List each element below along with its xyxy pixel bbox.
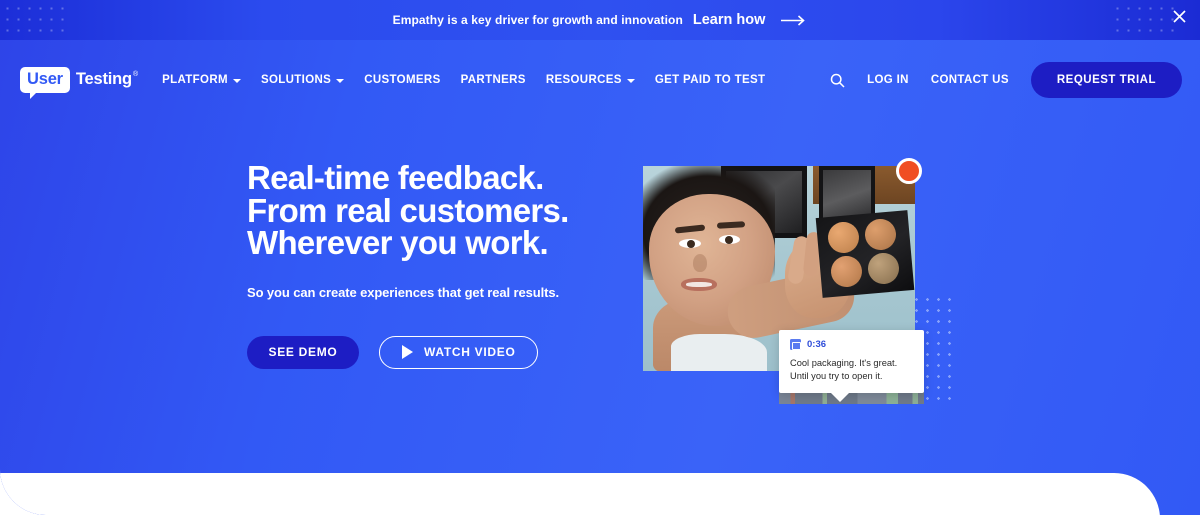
arrow-right-icon[interactable] [781,14,807,26]
close-icon[interactable] [1170,7,1188,25]
recording-dot-icon [896,158,922,184]
nav-item-label: GET PAID TO TEST [654,74,766,86]
hero-headline-line-1: Real-time feedback. [247,159,544,196]
nav-item-partners[interactable]: PARTNERS [461,74,526,86]
nav-actions: LOG IN CONTACT US REQUEST TRIAL [830,62,1182,98]
makeup-palette [815,210,915,298]
participant-eye-right [719,235,740,244]
announcement-learn-how-link[interactable]: Learn how [693,12,766,28]
comment-timestamp-row: 0:36 [790,339,913,350]
hero-headline-line-3: Wherever you work. [247,224,549,261]
participant-eye-left [679,239,701,248]
comment-text-line-1: Cool packaging. It's great. [790,358,898,368]
see-demo-button[interactable]: SEE DEMO [247,335,359,369]
main-navigation: User Testing ® PLATFORM SOLUTIONS CUSTOM… [0,40,1200,120]
video-comment-card: 0:36 Cool packaging. It's great. Until y… [779,330,924,402]
participant-nose [693,254,707,272]
nav-item-customers[interactable]: CUSTOMERS [364,74,440,86]
participant-mouth [681,278,717,291]
watch-video-button[interactable]: WATCH VIDEO [379,335,539,369]
usertesting-logo[interactable]: User Testing ® [20,67,139,99]
hero-cta-row: SEE DEMO WATCH VIDEO [247,335,647,369]
comment-text-line-2: Until you try to open it. [790,371,883,381]
contact-us-link[interactable]: CONTACT US [931,74,1009,86]
nav-item-resources[interactable]: RESOURCES [546,74,635,86]
announcement-text: Empathy is a key driver for growth and i… [392,13,683,27]
logo-word-text: Testing [75,70,132,88]
participant-clothing [671,334,767,371]
search-icon[interactable] [830,73,845,88]
video-frame-icon [790,339,801,350]
logo-bubble-text: User [20,67,70,99]
nav-item-label: CUSTOMERS [364,74,441,86]
nav-links: PLATFORM SOLUTIONS CUSTOMERS PARTNERS RE… [162,74,765,86]
comment-timestamp: 0:36 [807,339,827,350]
nav-item-get-paid-to-test[interactable]: GET PAID TO TEST [655,74,766,86]
nav-item-label: SOLUTIONS [260,74,332,86]
play-icon [402,345,413,359]
request-trial-button[interactable]: REQUEST TRIAL [1030,62,1182,98]
nav-item-label: PLATFORM [162,74,228,86]
nav-item-platform[interactable]: PLATFORM [162,74,241,86]
chevron-down-icon [232,79,241,83]
hero-headline-line-2: From real customers. [247,191,569,229]
logo-trademark: ® [132,71,139,78]
watch-video-label: WATCH VIDEO [424,345,516,359]
hero-content: Real-time feedback. From real customers.… [247,159,647,369]
page-root: Empathy is a key driver for growth and i… [0,0,1200,515]
announcement-bar: Empathy is a key driver for growth and i… [0,0,1200,40]
login-link[interactable]: LOG IN [867,74,909,86]
hero-subheadline: So you can create experiences that get r… [247,284,559,300]
chevron-down-icon [336,79,345,83]
nav-item-label: RESOURCES [545,74,622,86]
nav-item-label: PARTNERS [460,74,526,86]
nav-item-solutions[interactable]: SOLUTIONS [260,74,345,86]
chevron-down-icon [626,79,635,83]
